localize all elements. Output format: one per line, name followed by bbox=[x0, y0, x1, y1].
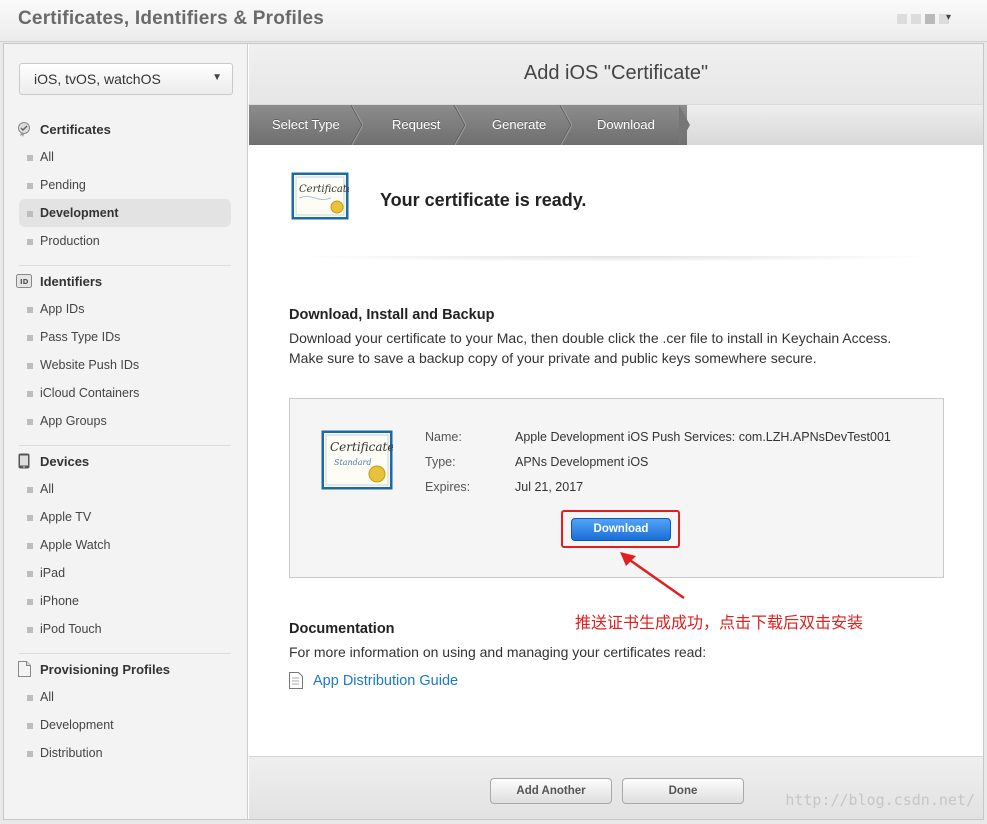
sidebar-item-website-push-ids[interactable]: Website Push IDs bbox=[16, 351, 232, 379]
certificate-icon bbox=[16, 121, 32, 137]
sidebar-item-ipad[interactable]: iPad bbox=[16, 559, 232, 587]
step-download: Download bbox=[597, 117, 655, 132]
sidebar-item-certificates-pending[interactable]: Pending bbox=[16, 171, 232, 199]
sidebar-heading-label: Identifiers bbox=[40, 273, 103, 289]
certificate-icon: Certificate bbox=[291, 172, 349, 220]
footer-actions: Add Another Done bbox=[249, 756, 983, 819]
certificate-badge-subtitle: Standard bbox=[334, 458, 371, 467]
done-button[interactable]: Done bbox=[622, 778, 744, 804]
sidebar-item-pass-type-ids[interactable]: Pass Type IDs bbox=[16, 323, 232, 351]
account-menu[interactable] bbox=[897, 14, 949, 24]
annotation-text: 推送证书生成成功，点击下载后双击安装 bbox=[575, 613, 864, 632]
sidebar-heading-provisioning-profiles[interactable]: Provisioning Profiles bbox=[16, 655, 232, 683]
step-generate: Generate bbox=[492, 117, 547, 132]
certificate-ready-banner: Certificate Your certificate is ready. bbox=[289, 170, 949, 260]
watermark: http://blog.csdn.net/ bbox=[785, 791, 975, 809]
sidebar-item-certificates-development[interactable]: Development bbox=[19, 199, 231, 227]
app-distribution-guide-label: App Distribution Guide bbox=[313, 672, 459, 689]
sidebar-item-app-ids[interactable]: App IDs bbox=[16, 295, 232, 323]
certificate-ready-text: Your certificate is ready. bbox=[380, 190, 587, 210]
sidebar-item-ipod-touch[interactable]: iPod Touch bbox=[16, 615, 232, 643]
document-icon bbox=[289, 672, 303, 689]
certificate-badge-title: Certificate bbox=[330, 440, 393, 454]
sidebar-heading-devices[interactable]: Devices bbox=[16, 447, 232, 475]
certificate-standard-icon: Certificate Standard bbox=[321, 430, 393, 490]
certificate-name-value: Apple Development iOS Push Services: com… bbox=[515, 430, 891, 444]
annotation-arrow-icon bbox=[620, 552, 685, 600]
sidebar-item-certificates-production[interactable]: Production bbox=[16, 227, 232, 255]
page-title: Add iOS "Certificate" bbox=[249, 44, 983, 105]
download-section-heading: Download, Install and Backup bbox=[289, 307, 495, 323]
app-title: Certificates, Identifiers & Profiles bbox=[18, 8, 325, 29]
sidebar-divider bbox=[19, 265, 231, 266]
certificate-name-label: Name: bbox=[425, 430, 462, 444]
sidebar-heading-label: Provisioning Profiles bbox=[40, 661, 171, 677]
sidebar-section-certificates: Certificates All Pending Development Pro… bbox=[16, 115, 232, 255]
main-content: Add iOS "Certificate" Select Type Reques… bbox=[249, 44, 983, 819]
sidebar-heading-certificates[interactable]: Certificates bbox=[16, 115, 232, 143]
sidebar-item-iphone[interactable]: iPhone bbox=[16, 587, 232, 615]
certificate-badge-title: Certificate bbox=[299, 184, 349, 195]
sidebar-item-profiles-all[interactable]: All bbox=[16, 683, 232, 711]
account-dropdown-icon[interactable]: ▾ bbox=[946, 12, 951, 23]
add-another-button[interactable]: Add Another bbox=[490, 778, 612, 804]
sidebar-heading-label: Certificates bbox=[40, 121, 111, 137]
step-select-type: Select Type bbox=[272, 117, 340, 132]
sidebar-item-profiles-development[interactable]: Development bbox=[16, 711, 232, 739]
sidebar-section-devices: Devices All Apple TV Apple Watch iPad iP… bbox=[16, 447, 232, 643]
certificate-expires-value: Jul 21, 2017 bbox=[515, 480, 584, 494]
phone-icon bbox=[16, 453, 32, 469]
id-badge-icon: ID bbox=[16, 273, 32, 289]
sidebar-heading-identifiers[interactable]: ID Identifiers bbox=[16, 267, 232, 295]
sidebar-item-profiles-distribution[interactable]: Distribution bbox=[16, 739, 232, 767]
page-frame: iOS, tvOS, watchOS ▼ Certificates All Pe… bbox=[3, 43, 984, 820]
documentation-heading: Documentation bbox=[289, 621, 395, 637]
svg-text:ID: ID bbox=[20, 278, 29, 286]
sidebar-item-certificates-all[interactable]: All bbox=[16, 143, 232, 171]
sidebar: iOS, tvOS, watchOS ▼ Certificates All Pe… bbox=[4, 44, 248, 819]
sidebar-heading-label: Devices bbox=[40, 453, 90, 469]
platform-select[interactable]: iOS, tvOS, watchOS ▼ bbox=[19, 63, 233, 95]
document-icon bbox=[16, 661, 32, 677]
sidebar-divider bbox=[19, 653, 231, 654]
certificate-type-label: Type: bbox=[425, 455, 456, 469]
sidebar-section-identifiers: ID Identifiers App IDs Pass Type IDs Web… bbox=[16, 267, 232, 435]
chevron-down-icon: ▼ bbox=[212, 72, 222, 83]
step-separator-icon bbox=[350, 105, 363, 145]
sidebar-item-app-groups[interactable]: App Groups bbox=[16, 407, 232, 435]
section-divider bbox=[289, 256, 943, 262]
sidebar-item-apple-tv[interactable]: Apple TV bbox=[16, 503, 232, 531]
top-bar: Certificates, Identifiers & Profiles ▾ bbox=[0, 0, 987, 42]
download-highlight-box: Download bbox=[561, 510, 680, 548]
download-button[interactable]: Download bbox=[571, 518, 671, 541]
certificate-expires-label: Expires: bbox=[425, 480, 471, 494]
download-section-text: Download your certificate to your Mac, t… bbox=[289, 330, 892, 366]
sidebar-divider bbox=[19, 445, 231, 446]
step-end-arrow-icon bbox=[679, 105, 690, 145]
step-progress-bar: Select Type Request Generate Download bbox=[249, 105, 983, 145]
app-distribution-guide-link[interactable]: App Distribution Guide bbox=[289, 672, 458, 689]
step-request: Request bbox=[392, 117, 441, 132]
platform-select-value: iOS, tvOS, watchOS bbox=[34, 71, 161, 87]
documentation-text: For more information on using and managi… bbox=[289, 644, 707, 660]
sidebar-section-provisioning-profiles: Provisioning Profiles All Development Di… bbox=[16, 655, 232, 767]
step-separator-icon bbox=[559, 105, 572, 145]
sidebar-item-apple-watch[interactable]: Apple Watch bbox=[16, 531, 232, 559]
sidebar-item-devices-all[interactable]: All bbox=[16, 475, 232, 503]
certificate-type-value: APNs Development iOS bbox=[515, 455, 649, 469]
step-separator-icon bbox=[453, 105, 466, 145]
sidebar-item-icloud-containers[interactable]: iCloud Containers bbox=[16, 379, 232, 407]
